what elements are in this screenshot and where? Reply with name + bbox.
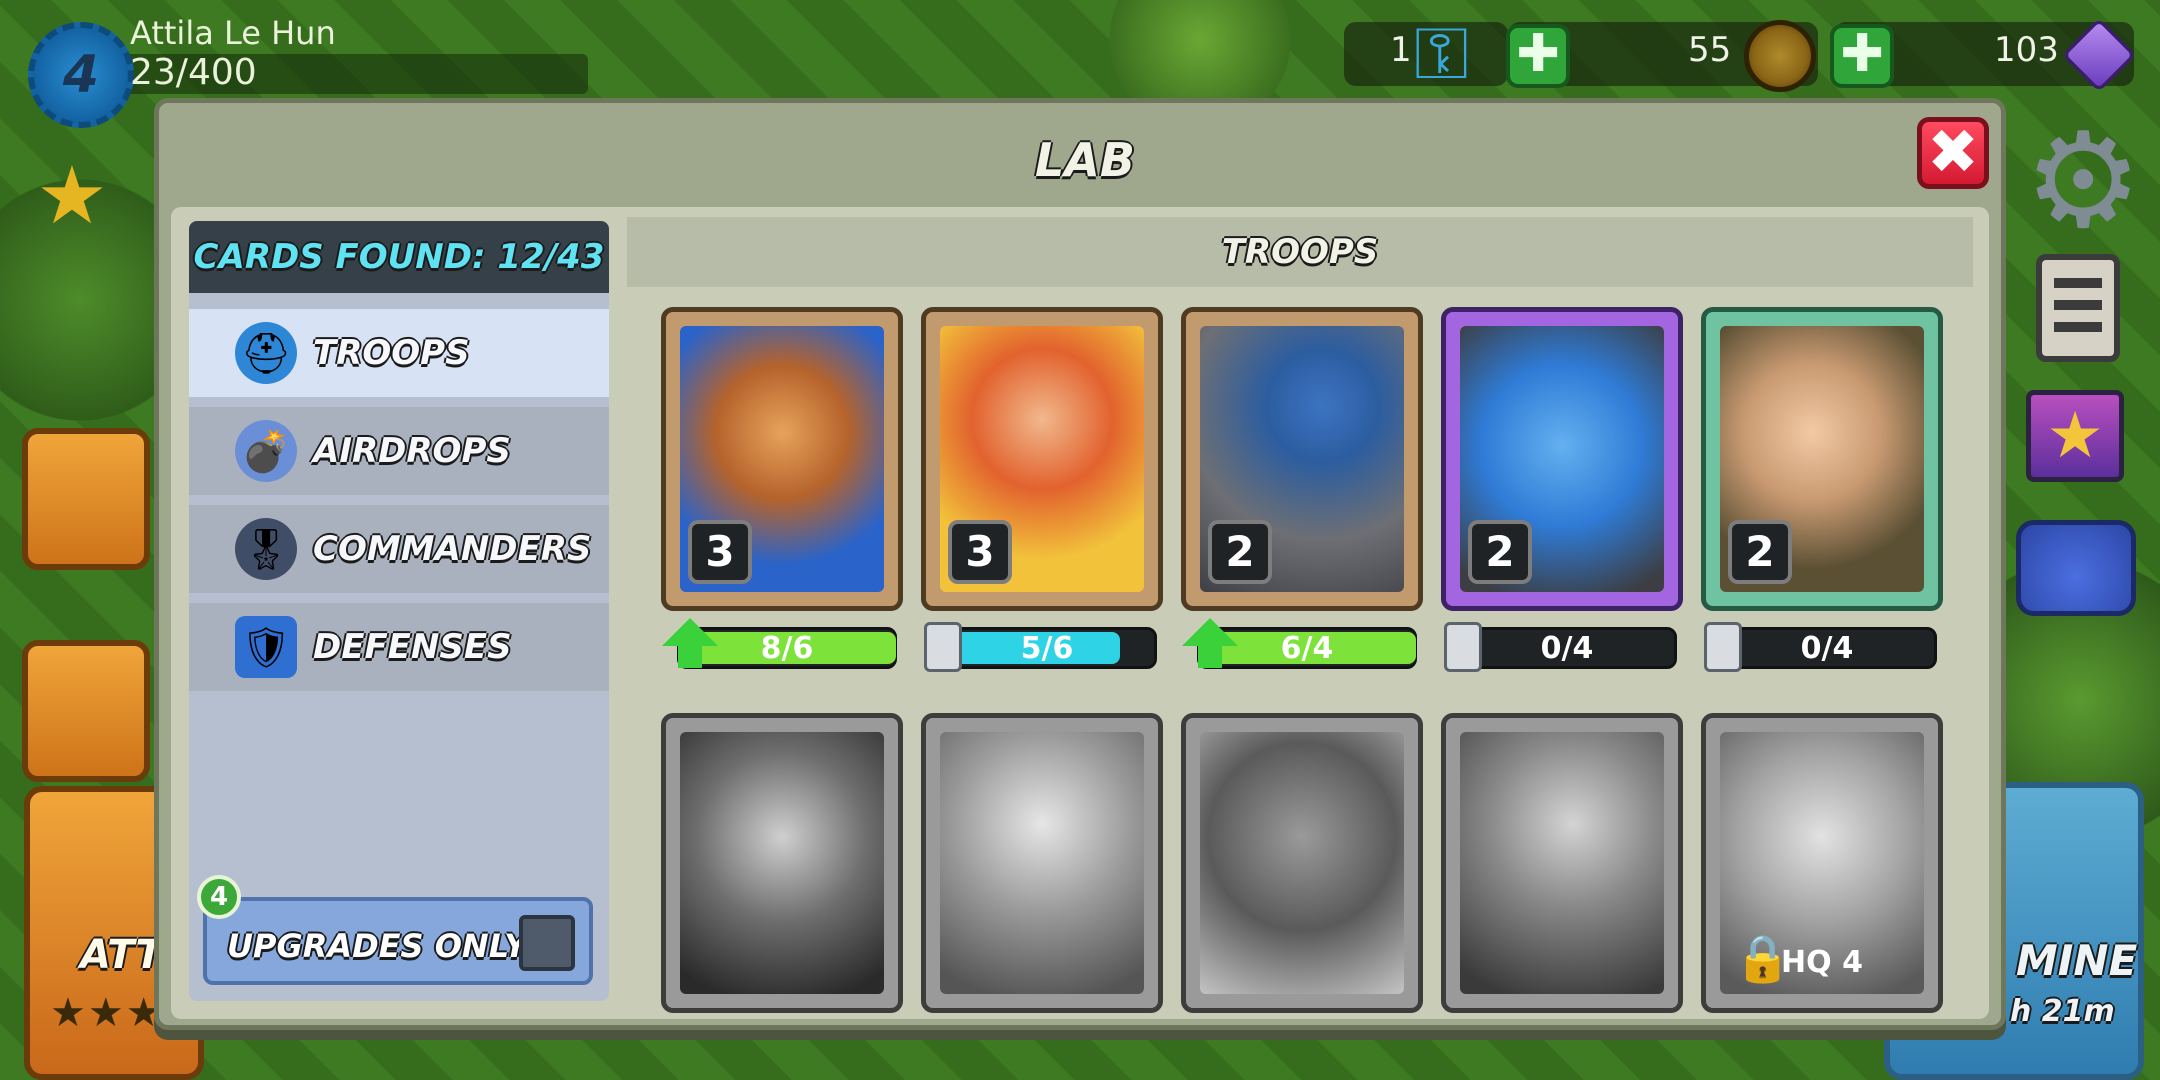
upgrades-only-checkbox[interactable] (519, 915, 575, 971)
category-label: TROOPS (313, 333, 470, 373)
mine-timer: h 21m (2010, 994, 2115, 1029)
troop-portrait: 3 (680, 326, 884, 592)
category-tab-commanders[interactable]: 🎖 COMMANDERS (189, 505, 609, 593)
troop-portrait: 2 (1460, 326, 1664, 592)
card-progress-bar: 5/6 (924, 622, 1157, 672)
locked-portrait (940, 732, 1144, 994)
troop-card[interactable]: 2 (1181, 307, 1423, 611)
locked-portrait (680, 732, 884, 994)
category-label: COMMANDERS (313, 529, 592, 569)
troop-portrait: 3 (940, 326, 1144, 592)
lab-title: LAB (1035, 133, 1135, 187)
locked-portrait (1200, 732, 1404, 994)
shield-icon: 🛡 (235, 616, 297, 678)
gear-icon[interactable]: ⚙ (2024, 115, 2142, 247)
progress-text: 8/6 (760, 631, 814, 666)
locked-troop-card[interactable] (661, 713, 903, 1013)
helmet-icon: ⛑ (235, 322, 297, 384)
locked-portrait (1460, 732, 1664, 994)
coin-icon (1744, 20, 1816, 92)
player-name: Attila Le Hun (130, 14, 336, 52)
gems-value: 103 (1994, 30, 2059, 70)
key-icon: ⚿ (1414, 11, 1469, 95)
card-progress-bar: 6/4 (1182, 618, 1417, 669)
card-progress-bar: 0/4 (1704, 622, 1937, 672)
locked-troop-card[interactable] (1441, 713, 1683, 1013)
add-gems-button[interactable]: ✚ (1830, 24, 1894, 88)
missions-button[interactable] (22, 640, 150, 782)
locked-portrait: 🔒 HQ 4 (1720, 732, 1924, 994)
medal-icon[interactable]: ★ (2026, 390, 2124, 482)
troop-card[interactable]: 2 (1701, 307, 1943, 611)
upgrades-only-toggle[interactable]: 4 UPGRADES ONLY (197, 875, 593, 985)
progress-text: 0/4 (1800, 631, 1854, 666)
card-level: 2 (1468, 520, 1532, 584)
close-button[interactable]: ✖ (1917, 117, 1989, 189)
coins-value: 55 (1688, 30, 1732, 70)
troop-portrait: 2 (1720, 326, 1924, 592)
clipboard-icon[interactable] (2036, 254, 2120, 362)
card-progress-bar: 0/4 (1444, 622, 1677, 672)
troop-card[interactable]: 3 (661, 307, 903, 611)
unlock-requirement: HQ 4 (1781, 945, 1863, 980)
category-tab-airdrops[interactable]: 💣 AIRDROPS (189, 407, 609, 495)
progress-text: 6/4 (1280, 631, 1334, 666)
locked-troop-card[interactable]: 🔒 HQ 4 (1701, 713, 1943, 1013)
star-icon[interactable]: ★ (32, 156, 112, 236)
keys-value: 1 (1390, 30, 1412, 70)
shop-basket-icon[interactable] (2016, 520, 2136, 616)
category-sidebar: CARDS FOUND: 12/43 ⛑ TROOPS 💣 AIRDROPS 🎖… (189, 221, 609, 1001)
progress-text: 5/6 (1020, 631, 1074, 666)
progress-text: 0/4 (1540, 631, 1594, 666)
section-header: TROOPS (627, 217, 1973, 287)
card-level: 2 (1208, 520, 1272, 584)
card-progress-bar: 8/6 (662, 618, 897, 669)
officer-icon: 🎖 (235, 518, 297, 580)
card-level: 3 (948, 520, 1012, 584)
upgrades-count-badge: 4 (197, 875, 241, 919)
player-level: 4 (62, 45, 100, 105)
troop-portrait: 2 (1200, 326, 1404, 592)
troop-card[interactable]: 3 (921, 307, 1163, 611)
card-level: 2 (1728, 520, 1792, 584)
lab-panel: LAB ✖ CARDS FOUND: 12/43 ⛑ TROOPS 💣 AIRD… (154, 98, 2006, 1030)
locked-troop-card[interactable] (921, 713, 1163, 1013)
cards-found-counter: CARDS FOUND: 12/43 (189, 221, 609, 293)
add-coins-button[interactable]: ✚ (1506, 24, 1570, 88)
player-xp: 23/400 (130, 52, 257, 93)
attack-stars: ★★★ (50, 990, 164, 1036)
bomb-icon: 💣 (235, 420, 297, 482)
category-label: DEFENSES (313, 627, 512, 667)
locked-troop-card[interactable] (1181, 713, 1423, 1013)
category-tab-troops[interactable]: ⛑ TROOPS (189, 309, 609, 397)
lab-content: CARDS FOUND: 12/43 ⛑ TROOPS 💣 AIRDROPS 🎖… (171, 207, 1989, 1019)
chat-button[interactable] (22, 428, 150, 570)
upgrades-only-label: UPGRADES ONLY (227, 927, 528, 965)
card-level: 3 (688, 520, 752, 584)
player-level-badge[interactable]: 4 (28, 22, 134, 128)
category-label: AIRDROPS (313, 431, 511, 471)
category-tab-defenses[interactable]: 🛡 DEFENSES (189, 603, 609, 691)
troop-card[interactable]: 2 (1441, 307, 1683, 611)
mine-label: MINE (2016, 936, 2138, 985)
